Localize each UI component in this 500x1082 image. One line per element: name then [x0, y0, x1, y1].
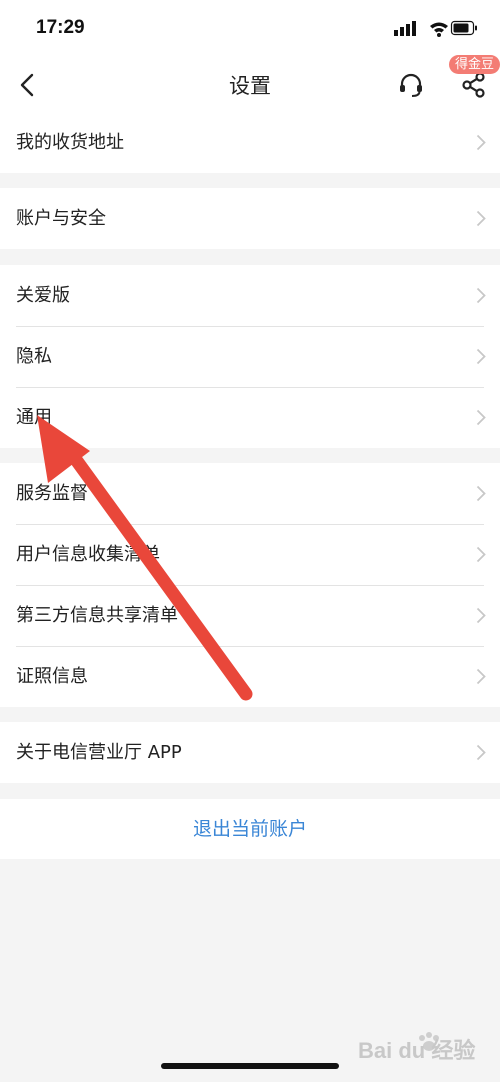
chevron-right-icon [476, 210, 486, 227]
row-shipping-address[interactable]: 我的收货地址 [0, 112, 500, 173]
signal-icon [394, 21, 416, 36]
chevron-right-icon [476, 134, 486, 151]
chevron-right-icon [476, 546, 486, 563]
row-user-info-collection[interactable]: 用户信息收集清单 [0, 524, 500, 585]
row-privacy[interactable]: 隐私 [0, 326, 500, 387]
row-label: 关爱版 [16, 285, 70, 306]
logout-button[interactable]: 退出当前账户 [0, 799, 500, 859]
chevron-right-icon [476, 287, 486, 304]
chevron-right-icon [476, 409, 486, 426]
row-label: 第三方信息共享清单 [16, 605, 178, 626]
row-service-supervision[interactable]: 服务监督 [0, 463, 500, 524]
row-general[interactable]: 通用 [0, 387, 500, 448]
row-care-mode[interactable]: 关爱版 [0, 265, 500, 326]
row-label: 证照信息 [16, 666, 88, 687]
settings-group-address: 我的收货地址 [0, 112, 500, 173]
chevron-right-icon [476, 744, 486, 761]
row-third-party-sharing[interactable]: 第三方信息共享清单 [0, 585, 500, 646]
settings-group-about: 关于电信营业厅 APP [0, 722, 500, 783]
nav-bar: 设置 [0, 58, 500, 112]
chevron-right-icon [476, 607, 486, 624]
row-label: 用户信息收集清单 [16, 544, 160, 565]
row-label: 关于电信营业厅 APP [16, 742, 182, 763]
row-account-security[interactable]: 账户与安全 [0, 188, 500, 249]
row-license-info[interactable]: 证照信息 [0, 646, 500, 707]
baidu-jingyan-watermark: Bai du 经验 [358, 1032, 475, 1063]
chevron-right-icon [476, 485, 486, 502]
settings-group-general: 关爱版 隐私 通用 [0, 265, 500, 448]
row-label: 通用 [16, 407, 52, 428]
row-label: 服务监督 [16, 483, 88, 504]
battery-icon [450, 20, 477, 36]
chevron-right-icon [476, 668, 486, 685]
row-label: 我的收货地址 [16, 132, 124, 153]
status-bar: 17:29 [0, 0, 500, 58]
chevron-right-icon [476, 348, 486, 365]
home-indicator [161, 1063, 339, 1069]
row-label: 账户与安全 [16, 208, 106, 229]
status-icons [394, 20, 477, 37]
coin-badge[interactable]: 得金豆 [449, 55, 500, 74]
status-time: 17:29 [36, 17, 85, 38]
row-label: 隐私 [16, 346, 52, 367]
share-icon[interactable] [459, 70, 489, 100]
settings-group-account: 账户与安全 [0, 188, 500, 249]
watermark-text: Bai du 经验 [358, 1038, 475, 1063]
row-about-app[interactable]: 关于电信营业厅 APP [0, 722, 500, 783]
wifi-icon [430, 22, 448, 37]
customer-service-headset-icon[interactable] [396, 70, 426, 100]
settings-group-info: 服务监督 用户信息收集清单 第三方信息共享清单 证照信息 [0, 463, 500, 707]
